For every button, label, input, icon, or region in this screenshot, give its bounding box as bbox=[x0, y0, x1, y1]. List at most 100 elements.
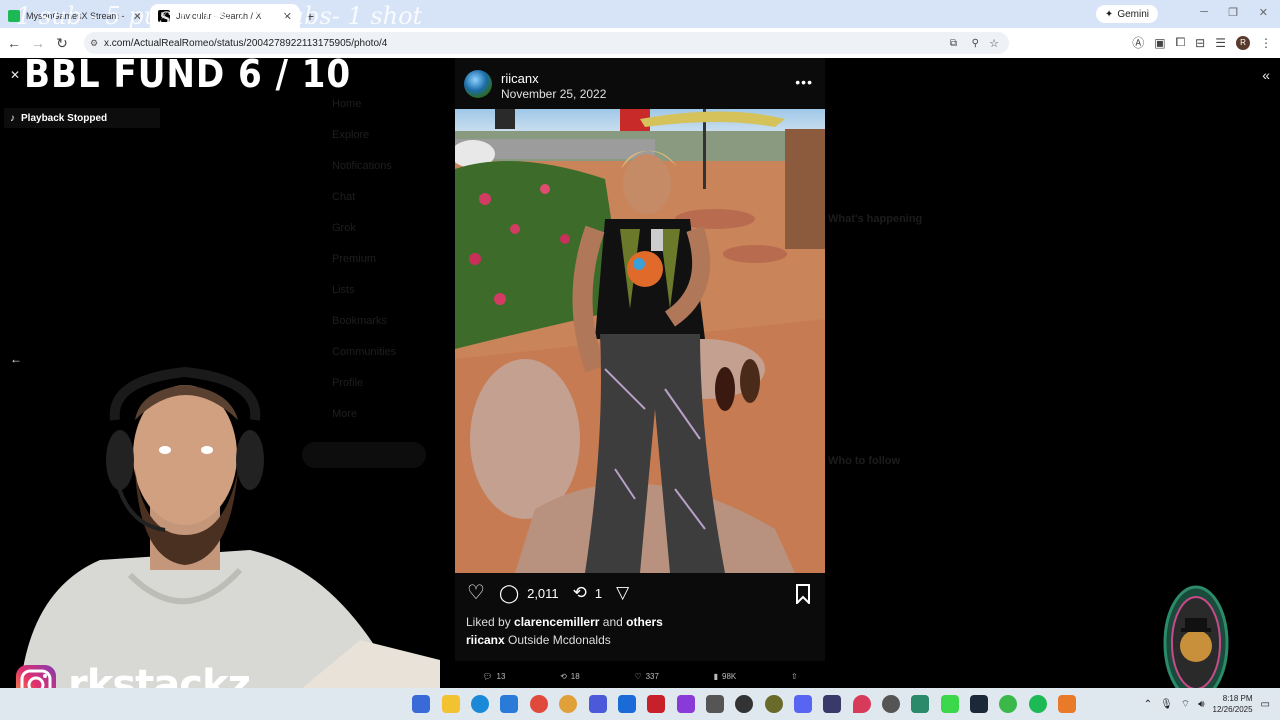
search-icon[interactable] bbox=[412, 695, 430, 713]
like-stat[interactable]: ♡ 337 bbox=[634, 672, 659, 681]
app-purple-icon[interactable] bbox=[677, 695, 695, 713]
app-orange-icon[interactable] bbox=[1058, 695, 1076, 713]
chrome-alt-icon[interactable] bbox=[559, 695, 577, 713]
app-a-icon[interactable] bbox=[735, 695, 753, 713]
more-options-icon[interactable]: ••• bbox=[795, 74, 813, 90]
address-bar[interactable]: ⚙ x.com/ActualRealRomeo/status/200427892… bbox=[84, 32, 1009, 54]
app-ring-icon[interactable] bbox=[882, 695, 900, 713]
url-text: x.com/ActualRealRomeo/status/20042789221… bbox=[104, 37, 388, 49]
liked-by-prefix: Liked by bbox=[466, 615, 511, 629]
bookmark-icon[interactable] bbox=[795, 584, 811, 604]
sub-goal-text: 1 sub - 5 pushups / 5 subs- 1 shot bbox=[16, 2, 423, 30]
zoom-icon[interactable]: ⚲ bbox=[972, 38, 979, 49]
app-pin-icon[interactable] bbox=[853, 695, 871, 713]
sidebar-item-bookmarks[interactable]: Bookmarks bbox=[305, 305, 445, 336]
app-red-icon[interactable] bbox=[647, 695, 665, 713]
collapse-panel-icon[interactable]: « bbox=[1262, 67, 1270, 83]
reply-icon: 💬︎ bbox=[482, 671, 493, 681]
spotify-icon[interactable] bbox=[1029, 695, 1047, 713]
chrome-icon[interactable] bbox=[530, 695, 548, 713]
back-icon[interactable]: ← bbox=[2, 35, 26, 51]
app-grid-icon[interactable] bbox=[823, 695, 841, 713]
heart-icon[interactable]: ♡ bbox=[467, 583, 485, 603]
post-caption: riicanx Outside Mcdonalds bbox=[466, 633, 611, 647]
toolbar-extensions: Ⓐ ▣ ⧠ ⊟ ☰ R ⋮ bbox=[1132, 34, 1272, 51]
sidebar-item-premium[interactable]: Premium bbox=[305, 243, 445, 274]
microphone-icon[interactable]: 🎙︎ bbox=[1160, 699, 1173, 710]
menu-icon[interactable]: ⋮ bbox=[1260, 36, 1272, 50]
store-icon[interactable] bbox=[706, 695, 724, 713]
reply-count: 13 bbox=[496, 671, 506, 681]
liked-by-line: Liked by clarencemillerr and others bbox=[466, 615, 663, 629]
windows-taskbar: ⌃ 🎙︎ ⌔ 🔊︎ 8:18 PM 12/26/2025 ▭ bbox=[0, 688, 1280, 720]
repost-icon[interactable]: ⟲ bbox=[573, 583, 587, 603]
post-header: riicanx November 25, 2022 ••• bbox=[455, 58, 825, 108]
extension-icon[interactable]: ▣ bbox=[1154, 36, 1165, 50]
chrome-green-icon[interactable] bbox=[999, 695, 1017, 713]
heart-icon: ♡ bbox=[634, 671, 642, 681]
sidebar-item-explore[interactable]: Explore bbox=[305, 119, 445, 150]
app-terminal-icon[interactable] bbox=[911, 695, 929, 713]
sidebar-item-lists[interactable]: Lists bbox=[305, 274, 445, 305]
edge-icon[interactable] bbox=[471, 695, 489, 713]
reload-icon[interactable]: ↻ bbox=[50, 35, 74, 52]
like-count: 337 bbox=[645, 671, 659, 681]
sidebar-item-notifications[interactable]: Notifications bbox=[305, 150, 445, 181]
split-view-icon[interactable]: ⊟ bbox=[1195, 36, 1205, 50]
share-icon[interactable]: ▽ bbox=[616, 583, 629, 603]
volume-icon[interactable]: 🔊︎ bbox=[1198, 699, 1204, 710]
reply-stat[interactable]: 💬︎ 13 bbox=[482, 672, 505, 681]
sidebar-item-chat[interactable]: Chat bbox=[305, 181, 445, 212]
liked-by-others[interactable]: others bbox=[626, 615, 663, 629]
network-icon[interactable]: ⌔ bbox=[1181, 698, 1190, 711]
discord-icon[interactable] bbox=[794, 695, 812, 713]
mail-icon[interactable] bbox=[500, 695, 518, 713]
playback-status: ♪ Playback Stopped bbox=[4, 108, 160, 128]
app-circle-icon[interactable] bbox=[765, 695, 783, 713]
install-icon[interactable]: ⧉ bbox=[950, 38, 957, 49]
reading-list-icon[interactable]: ☰ bbox=[1215, 36, 1226, 50]
music-note-icon: ♪ bbox=[10, 112, 15, 124]
caption-username[interactable]: riicanx bbox=[466, 633, 505, 647]
instagram-post-card[interactable]: riicanx November 25, 2022 ••• ♡ ◯ 2,011 … bbox=[455, 58, 825, 661]
repost-count: 18 bbox=[570, 671, 580, 681]
photo-illustration bbox=[455, 109, 825, 573]
teams-icon[interactable] bbox=[589, 695, 607, 713]
translate-icon[interactable]: Ⓐ bbox=[1132, 34, 1144, 51]
system-tray: ⌃ 🎙︎ ⌔ 🔊︎ 8:18 PM 12/26/2025 ▭ bbox=[1144, 688, 1280, 720]
maximize-icon[interactable]: ❐ bbox=[1228, 6, 1238, 19]
notification-icon[interactable]: ▭ bbox=[1261, 699, 1270, 710]
caption-text: Outside Mcdonalds bbox=[508, 633, 611, 647]
views-stat[interactable]: ▮ 98K bbox=[714, 672, 737, 681]
sidebar-item-grok[interactable]: Grok bbox=[305, 212, 445, 243]
post-username[interactable]: riicanx bbox=[501, 71, 539, 86]
clock[interactable]: 8:18 PM 12/26/2025 bbox=[1213, 693, 1253, 715]
post-photo[interactable] bbox=[455, 109, 825, 573]
comment-count: 2,011 bbox=[527, 585, 559, 601]
outlook-icon[interactable] bbox=[618, 695, 636, 713]
puzzle-icon[interactable]: ⧠ bbox=[1176, 35, 1186, 50]
avatar[interactable] bbox=[464, 70, 492, 98]
post-date: November 25, 2022 bbox=[501, 87, 607, 101]
folder-icon[interactable] bbox=[442, 695, 460, 713]
webcam-feed bbox=[0, 360, 440, 690]
close-icon[interactable]: ✕ bbox=[10, 68, 20, 82]
gemini-label: Gemini bbox=[1117, 8, 1149, 20]
view-count: 98K bbox=[722, 671, 737, 681]
chevron-up-icon[interactable]: ⌃ bbox=[1144, 699, 1152, 710]
site-info-icon[interactable]: ⚙ bbox=[90, 38, 98, 49]
minimize-icon[interactable]: ─ bbox=[1200, 6, 1208, 18]
comment-icon[interactable]: ◯ bbox=[499, 583, 519, 603]
forward-icon[interactable]: → bbox=[26, 35, 50, 51]
avatar[interactable]: R bbox=[1236, 35, 1250, 50]
share-button[interactable]: ⇧ bbox=[791, 672, 798, 681]
gemini-button[interactable]: ✦ Gemini bbox=[1095, 5, 1158, 23]
liked-by-user[interactable]: clarencemillerr bbox=[514, 615, 599, 629]
who-to-follow-heading: Who to follow bbox=[828, 455, 901, 467]
star-icon[interactable]: ☆ bbox=[989, 37, 999, 50]
repost-stat[interactable]: ⟲ 18 bbox=[560, 672, 580, 681]
steam-icon[interactable] bbox=[970, 695, 988, 713]
window-close-icon[interactable]: ✕ bbox=[1259, 6, 1268, 19]
app-triangle-icon[interactable] bbox=[941, 695, 959, 713]
repost-count: 1 bbox=[594, 585, 603, 601]
